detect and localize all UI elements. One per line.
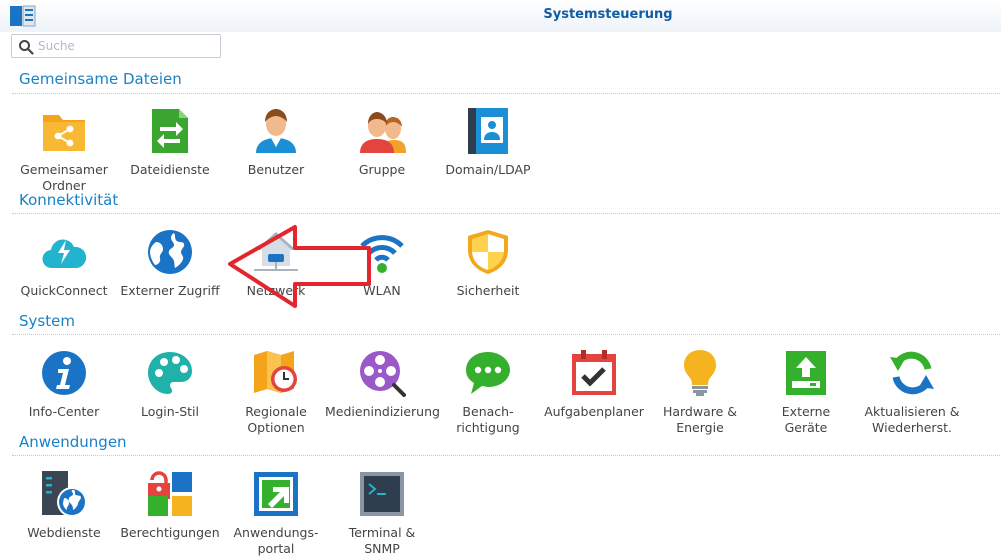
domain-ldap-icon: [464, 107, 512, 155]
item-label: WLAN: [363, 283, 401, 298]
terminal-icon: [358, 470, 406, 518]
item-label: Login-Stil: [140, 404, 199, 419]
map-clock-icon: [252, 349, 300, 397]
window-title: Systemsteuerung: [543, 7, 673, 22]
file-services-icon: [146, 107, 194, 155]
title-bar: Systemsteuerung: [0, 0, 1001, 32]
section-title-applications: Anwendungen: [19, 433, 127, 451]
item-label: Anwendungs- portal: [233, 525, 319, 556]
user-icon: [252, 107, 300, 155]
section-title-shared-files: Gemeinsame Dateien: [19, 70, 182, 88]
lightbulb-icon: [676, 349, 724, 397]
section-divider: [12, 213, 1000, 214]
item-label: Sicherheit: [456, 283, 520, 298]
item-label: Hardware & Energie: [662, 404, 738, 435]
item-label: Benach- richtigung: [456, 404, 520, 435]
item-label: Aufgabenplaner: [544, 404, 644, 419]
item-label: Gruppe: [358, 162, 406, 177]
lock-permissions-icon: [146, 470, 194, 518]
network-house-icon: [252, 228, 300, 276]
item-label: Terminal & SNMP: [348, 525, 416, 556]
section-title-system: System: [19, 312, 75, 330]
item-label: Medienindizierung: [325, 404, 440, 419]
search-input[interactable]: [38, 37, 216, 55]
globe-icon: [146, 228, 194, 276]
search-box[interactable]: [11, 34, 221, 58]
item-label: Benutzer: [247, 162, 305, 177]
quickconnect-icon: [40, 228, 88, 276]
item-label: Webdienste: [27, 525, 101, 540]
search-icon: [19, 40, 34, 55]
item-label: Dateidienste: [130, 162, 210, 177]
web-services-icon: [40, 470, 88, 518]
calendar-check-icon: [570, 349, 618, 397]
refresh-icon: [888, 349, 936, 397]
chat-bubble-icon: [464, 349, 512, 397]
wifi-icon: [358, 228, 406, 276]
app-portal-icon: [252, 470, 300, 518]
item-label: Info-Center: [28, 404, 100, 419]
item-label: Gemeinsamer Ordner: [20, 162, 108, 193]
shield-icon: [464, 228, 512, 276]
item-label: Domain/LDAP: [445, 162, 531, 177]
section-divider: [12, 93, 1000, 94]
section-title-connectivity: Konnektivität: [19, 191, 119, 209]
item-label: Aktualisieren & Wiederherst.: [864, 404, 960, 435]
external-device-icon: [782, 349, 830, 397]
info-icon: [40, 349, 88, 397]
item-label: Externer Zugriff: [120, 283, 220, 298]
section-divider: [12, 455, 1000, 456]
shared-folder-icon: [40, 107, 88, 155]
item-label: QuickConnect: [20, 283, 108, 298]
item-label: Externe Geräte: [781, 404, 831, 435]
section-divider: [12, 334, 1000, 335]
palette-icon: [146, 349, 194, 397]
group-icon: [358, 107, 406, 155]
film-reel-icon: [358, 349, 406, 397]
item-label: Berechtigungen: [120, 525, 220, 540]
item-label: Regionale Optionen: [245, 404, 307, 435]
item-label: Netzwerk: [246, 283, 306, 298]
